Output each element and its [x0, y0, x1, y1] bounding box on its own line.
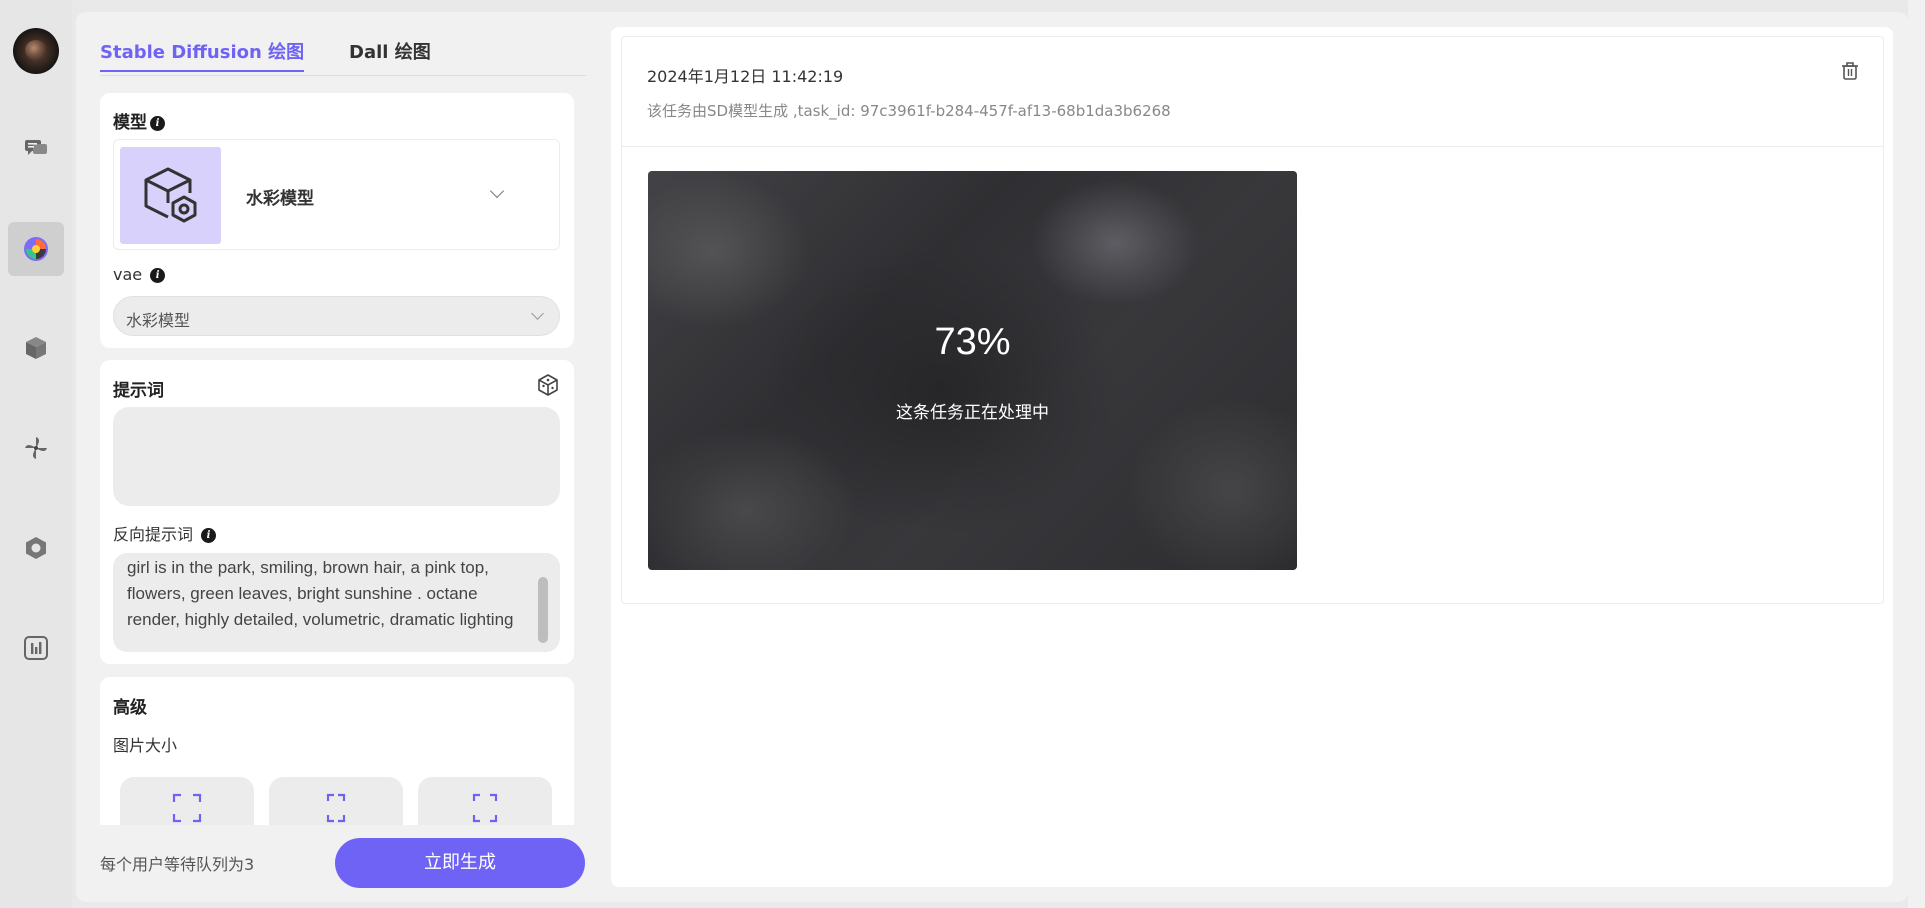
- rail-settings[interactable]: [8, 521, 64, 575]
- info-icon[interactable]: i: [150, 115, 165, 131]
- model-selector[interactable]: 水彩模型: [113, 139, 560, 250]
- generate-button[interactable]: 立即生成: [335, 838, 585, 888]
- model-title-text: 模型: [113, 113, 147, 133]
- model-name: 水彩模型: [246, 189, 314, 209]
- negative-prompt-text: girl is in the park, smiling, brown hair…: [127, 558, 514, 629]
- tab-dall[interactable]: Dall 绘图: [349, 38, 431, 64]
- prompt-card: 提示词 反向提示词 i girl is in the park, smiling,…: [100, 360, 574, 664]
- vae-label: vae i: [113, 265, 166, 284]
- model-thumbnail: [120, 147, 221, 244]
- prompt-title: 提示词: [113, 381, 164, 401]
- progress-status: 这条任务正在处理中: [896, 403, 1049, 423]
- draw-tabs: Stable Diffusion 绘图 Dall 绘图: [100, 36, 586, 76]
- model-title: 模型 i: [113, 108, 165, 133]
- aspect-frame-icon: [326, 793, 346, 823]
- size-option[interactable]: [120, 777, 254, 825]
- user-avatar[interactable]: [13, 28, 59, 74]
- palette-icon: [24, 237, 48, 261]
- task-card: 2024年1月12日 11:42:19 该任务由SD模型生成 ,task_id:…: [621, 36, 1884, 604]
- chart-icon: [24, 636, 48, 660]
- task-timestamp: 2024年1月12日 11:42:19: [647, 67, 844, 86]
- chevron-down-icon: [489, 183, 505, 199]
- task-description: 该任务由SD模型生成 ,task_id: 97c3961f-b284-457f-…: [647, 102, 1171, 120]
- size-option[interactable]: [269, 777, 403, 825]
- cube-icon: [26, 337, 46, 359]
- model-card: 模型 i 水彩模型 vae i 水彩模型: [100, 93, 574, 348]
- progress-overlay: [648, 171, 1297, 570]
- rail-draw[interactable]: [8, 222, 64, 276]
- progress-percent: 73%: [934, 321, 1011, 363]
- size-option[interactable]: [418, 777, 552, 825]
- vae-label-text: vae: [113, 265, 143, 284]
- aspect-frame-icon: [472, 793, 498, 823]
- advanced-card: 高级 图片大小: [100, 677, 574, 825]
- advanced-title: 高级: [113, 698, 147, 718]
- rail-pinwheel[interactable]: [8, 421, 64, 475]
- model-box-icon: [144, 167, 196, 222]
- tab-stable-diffusion[interactable]: Stable Diffusion 绘图: [100, 38, 305, 72]
- info-icon[interactable]: i: [150, 268, 166, 283]
- chevron-down-icon: [531, 307, 544, 320]
- negative-prompt-input[interactable]: girl is in the park, smiling, brown hair…: [113, 553, 560, 652]
- negative-prompt-label-text: 反向提示词: [113, 525, 194, 544]
- negative-prompt-label: 反向提示词 i: [113, 521, 217, 545]
- generated-image-preview[interactable]: 73% 这条任务正在处理中: [648, 171, 1297, 570]
- dice-icon[interactable]: [536, 373, 560, 397]
- window-edge: [1908, 0, 1925, 908]
- queue-info: 每个用户等待队列为3: [100, 855, 255, 874]
- scrollbar[interactable]: [538, 577, 548, 643]
- aspect-frame-icon: [172, 793, 202, 823]
- chat-icon: [25, 140, 47, 155]
- prompt-input[interactable]: [113, 407, 560, 506]
- rail-chat[interactable]: [8, 121, 64, 175]
- left-rail: [0, 0, 72, 908]
- vae-select[interactable]: 水彩模型: [113, 296, 560, 336]
- image-size-label: 图片大小: [113, 736, 178, 755]
- rail-stats[interactable]: [8, 621, 64, 675]
- pinwheel-icon: [25, 437, 47, 459]
- info-icon[interactable]: i: [201, 528, 217, 543]
- rail-models[interactable]: [8, 321, 64, 375]
- divider: [622, 146, 1883, 147]
- hexagon-icon: [26, 537, 46, 559]
- trash-icon[interactable]: [1841, 61, 1859, 81]
- vae-value: 水彩模型: [126, 311, 191, 330]
